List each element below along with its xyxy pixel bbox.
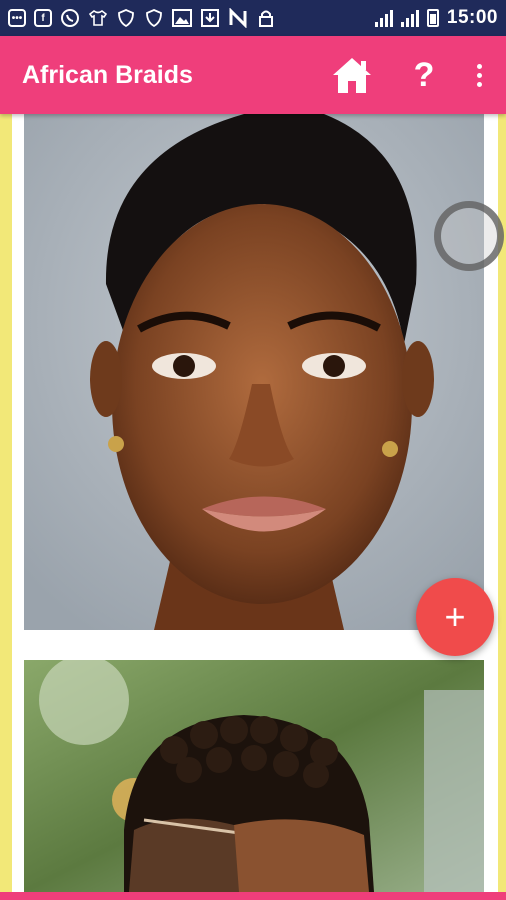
download-icon — [200, 8, 220, 28]
hairstyle-photo — [24, 660, 484, 892]
signal-icon — [400, 9, 419, 27]
n-icon — [228, 8, 248, 28]
hairstyle-photo — [24, 114, 484, 630]
image-list[interactable] — [12, 114, 498, 892]
whatsapp-icon — [60, 8, 80, 28]
battery-icon — [426, 9, 439, 27]
add-button[interactable]: + — [416, 578, 494, 656]
more-options-button[interactable] — [474, 63, 484, 87]
system-status: 15:00 — [374, 7, 498, 29]
status-bar: ••• f 15:00 — [0, 0, 506, 36]
app-bar: African Braids ? — [0, 36, 506, 114]
content-area — [0, 114, 506, 892]
signal-icon — [374, 9, 393, 27]
image-icon — [172, 8, 192, 28]
more-vert-icon — [476, 63, 482, 69]
plus-icon: + — [444, 596, 466, 637]
facebook-icon: f — [34, 9, 52, 27]
help-button[interactable]: ? — [412, 58, 436, 92]
shirt-icon — [88, 8, 108, 28]
shield-icon — [144, 8, 164, 28]
hairstyle-image[interactable] — [24, 114, 484, 630]
notification-icons: ••• f — [8, 8, 276, 28]
shield-icon — [116, 8, 136, 28]
app-bar-actions: ? — [330, 55, 484, 95]
hairstyle-image[interactable] — [24, 660, 484, 892]
clock: 15:00 — [446, 7, 498, 28]
touch-indicator — [434, 201, 504, 271]
lock-icon — [256, 8, 276, 28]
bottom-bar — [0, 892, 506, 900]
home-button[interactable] — [330, 55, 374, 95]
app-title: African Braids — [22, 60, 193, 89]
home-icon — [333, 58, 371, 93]
message-icon: ••• — [8, 9, 26, 27]
